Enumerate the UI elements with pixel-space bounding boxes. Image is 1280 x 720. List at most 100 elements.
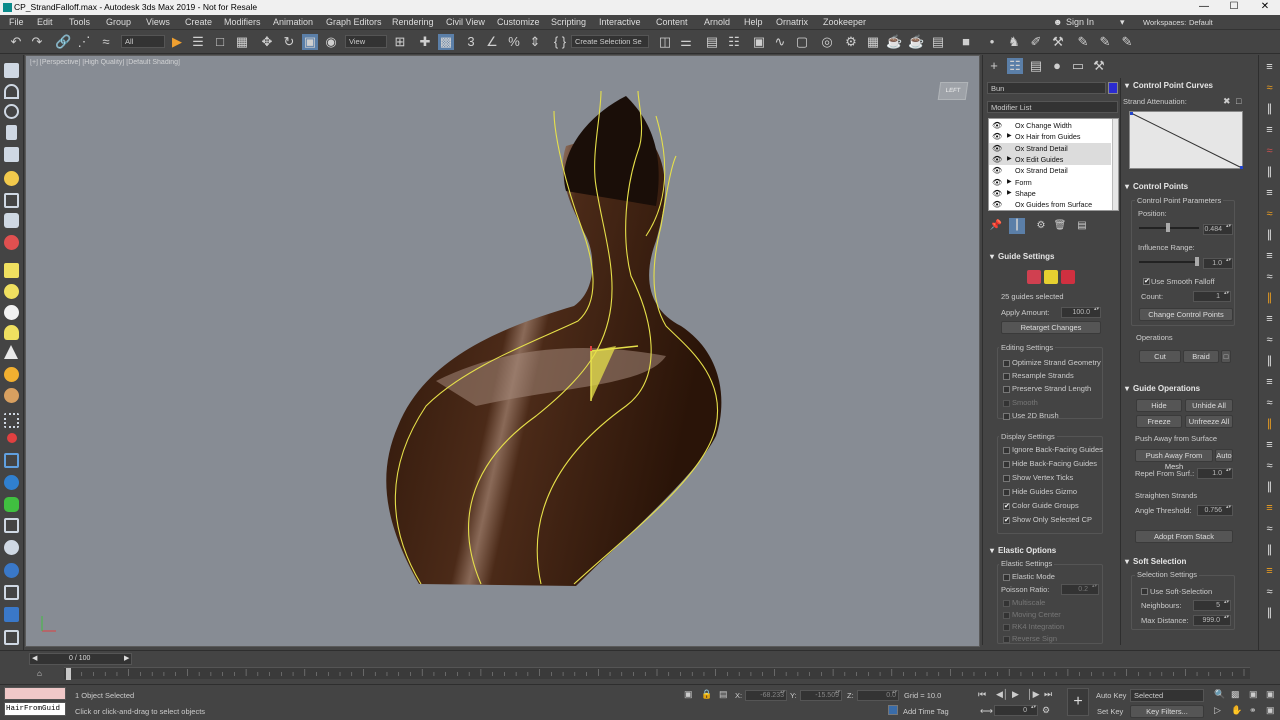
next-frame-icon[interactable]: │▶ [1027,689,1040,700]
position-slider[interactable] [1139,223,1199,232]
scene-explorer-icon[interactable]: ▤ [704,34,720,50]
stack-item[interactable]: 👁 Ox Strand Detail [989,165,1111,176]
curve-editor-icon[interactable]: ∿ [772,34,788,50]
editrows-checkbox[interactable] [1003,412,1010,420]
poisson-ratio-spinner[interactable]: 0.2 [1061,584,1099,595]
menu-views[interactable]: Views [146,17,170,27]
ornatrix-tool-icon[interactable]: ≈ [1263,334,1276,347]
eye-icon[interactable]: 👁 [992,143,1002,154]
tree-icon[interactable] [4,497,19,512]
braid-options-icon[interactable]: □ [1221,350,1231,363]
set-key-button[interactable]: + [1067,688,1089,716]
angle-snap-icon[interactable]: ∠ [484,34,500,50]
multiscale-checkbox[interactable] [1003,600,1010,607]
torus-yellow-icon[interactable] [4,325,19,340]
ornatrix-tool-icon[interactable]: ≈ [1263,145,1276,158]
snaps-toggle-icon[interactable]: 3 [463,34,479,50]
create-cone-icon[interactable] [4,84,19,99]
menu-group[interactable]: Group [106,17,131,27]
track-bar[interactable] [64,667,1250,680]
ornatrix-hair-icon[interactable]: ♞ [1006,34,1022,50]
selection-filter-dropdown[interactable]: All [121,35,165,48]
mirror-icon[interactable]: ◫ [657,34,673,50]
render-iterative-icon[interactable]: ☕ [908,34,924,50]
disprows-checkbox[interactable] [1003,502,1010,510]
sphere-yellow-icon[interactable] [4,284,19,299]
repel-spinner[interactable]: 1.0 [1197,468,1233,479]
grid-icon[interactable] [4,193,19,208]
y-coordinate-field[interactable]: -15.509 [800,690,842,701]
sign-in-dropdown[interactable]: Sign In [1066,17,1094,27]
rendered-frame-icon[interactable]: ▦ [865,34,881,50]
select-object-icon[interactable]: ▶ [169,34,185,50]
time-slider-next-icon[interactable]: ▶ [124,654,129,662]
object-color-swatch[interactable] [1108,82,1118,94]
editrows-checkbox[interactable] [1003,360,1010,367]
tile-icon[interactable] [4,585,19,600]
menu-rendering[interactable]: Rendering [392,17,434,27]
ornatrix-tool-icon[interactable]: ≡ [1263,439,1276,452]
use-soft-selection-checkbox[interactable] [1141,588,1148,595]
material-editor-icon[interactable]: ◎ [819,34,835,50]
goto-end-icon[interactable]: ⏭ [1044,689,1052,700]
maximize-button[interactable]: ☐ [1219,0,1249,15]
disprows-checkbox[interactable] [1003,475,1010,482]
render-setup-icon[interactable]: ⚙ [843,34,859,50]
ornatrix-tool-icon[interactable]: ≡ [1263,250,1276,263]
time-config-icon[interactable]: ⚙ [1042,705,1050,716]
ornatrix-tool-icon[interactable]: ∥ [1263,418,1276,431]
influence-spinner[interactable]: 1.0 [1203,258,1233,269]
field-of-view-icon[interactable]: ▷ [1214,705,1221,716]
ornatrix-tool-icon[interactable]: ≡ [1263,124,1276,137]
display-tab-icon[interactable]: ▭ [1070,58,1086,74]
hand-icon[interactable] [4,540,19,555]
eye-icon[interactable]: 👁 [992,177,1002,188]
hide-button[interactable]: Hide [1136,399,1182,412]
expand-triangle-icon[interactable]: ▶ [1007,177,1012,188]
menu-scripting[interactable]: Scripting [551,17,586,27]
neighbours-spinner[interactable]: 5 [1193,600,1231,611]
disprows-checkbox[interactable] [1003,516,1010,524]
ornatrix-tool-icon[interactable]: ∥ [1263,292,1276,305]
position-spinner[interactable]: 0.484 [1203,224,1233,235]
remove-modifier-icon[interactable]: 🗑 [1052,218,1068,234]
ornatrix-tool-icon[interactable]: ≡ [1263,187,1276,200]
object-name-field[interactable]: Bun [987,82,1106,94]
menu-arnold[interactable]: Arnold [704,17,730,27]
unfreeze-all-button[interactable]: Unfreeze All [1185,415,1233,428]
menu-file[interactable]: File [9,17,24,27]
stack-item[interactable]: 👁 Ox Change Width [989,120,1111,131]
ornatrix-red-icon[interactable] [4,235,19,250]
hair-scene[interactable] [26,56,980,647]
modify-tab-icon[interactable]: ☷ [1007,58,1023,74]
ornatrix-brush-icon[interactable]: ✐ [1028,34,1044,50]
menu-interactive[interactable]: Interactive [599,17,641,27]
key-filters-button[interactable]: Key Filters... [1130,705,1204,718]
place-icon[interactable]: ◉ [323,34,339,50]
editrows-checkbox[interactable] [1003,399,1010,407]
sphere-white-icon[interactable] [4,305,19,320]
set-key-label[interactable]: Set Key [1097,707,1123,716]
expand-curve-icon[interactable]: □ [1236,96,1241,106]
z-coordinate-field[interactable]: 0.0 [857,690,899,701]
selection-lock-icon[interactable]: 🔒 [701,689,712,700]
ornatrix-tool-icon[interactable]: ≡ [1263,502,1276,515]
guide-operations-title[interactable]: Guide Operations [1133,384,1200,393]
ornatrix-tool-icon[interactable]: ≡ [1263,565,1276,578]
rect-yellow-icon[interactable] [4,263,19,278]
create-box-icon[interactable] [4,63,19,78]
edit-named-sel-icon[interactable]: { } [552,34,568,50]
adopt-from-stack-button[interactable]: Adopt From Stack [1135,530,1233,543]
teapot-icon[interactable] [4,213,19,228]
ornatrix-tool-icon[interactable]: ≈ [1263,397,1276,410]
push-away-button[interactable]: Push Away From Mesh [1135,449,1213,471]
guide-operations-toggle[interactable]: ▾ [1125,384,1129,393]
orbit-icon[interactable]: ⚭ [1249,705,1257,716]
arnold-render-icon[interactable]: ▤ [930,34,946,50]
moving-center-checkbox[interactable] [1003,612,1010,619]
sun-icon[interactable] [4,171,19,186]
light-icon[interactable] [4,367,19,382]
minimize-button[interactable]: — [1189,0,1219,15]
ornatrix-tool-icon[interactable]: ∥ [1263,229,1276,242]
menu-tools[interactable]: Tools [69,17,90,27]
